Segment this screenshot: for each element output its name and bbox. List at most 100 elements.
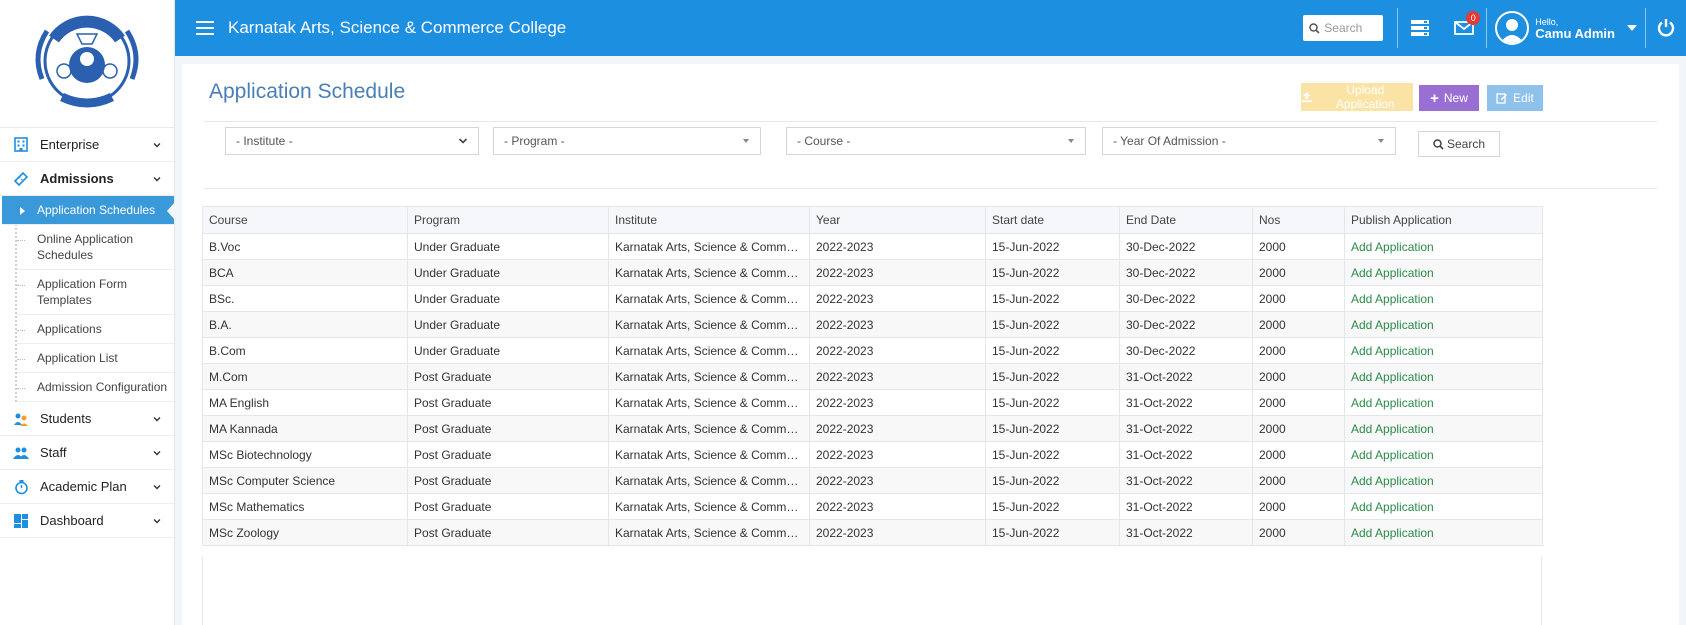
nos-cell: 2000 — [1252, 233, 1345, 260]
sidebar-item-label: Academic Plan — [40, 479, 127, 494]
search-button-label: Search — [1446, 137, 1486, 151]
sidebar-item-staff[interactable]: Staff — [0, 436, 174, 470]
table-row[interactable]: MA English Post Graduate Karnatak Arts, Sc… — [202, 389, 1543, 416]
year-select-value: - Year Of Admission - — [1113, 134, 1226, 148]
table-body: B.Voc Under Graduate Karnatak Arts, Scienc… — [202, 233, 1543, 546]
nos-cell: 2000 — [1252, 493, 1345, 520]
user-name: Camu Admin — [1535, 26, 1615, 41]
column-header-program[interactable]: Program — [407, 206, 609, 234]
course-select-value: - Course - — [797, 134, 851, 148]
column-header-institute[interactable]: Institute — [608, 206, 810, 234]
hamburger-menu-icon[interactable] — [196, 21, 214, 35]
table-row[interactable]: BCA Under Graduate Karnatak Arts, Science … — [202, 259, 1543, 286]
sidebar-subitem-application-list[interactable]: Application List — [17, 344, 174, 373]
add-application-link[interactable]: Add Application — [1344, 311, 1543, 338]
sidebar-item-students[interactable]: Students — [0, 402, 174, 436]
add-application-link[interactable]: Add Application — [1344, 467, 1543, 494]
start-date-cell: 15-Jun-2022 — [985, 519, 1120, 546]
institute-cell: Karnatak Arts, Science & Commer... — [608, 493, 810, 520]
course-cell: BSc. — [202, 285, 408, 312]
add-application-link[interactable]: Add Application — [1344, 415, 1543, 442]
table-row[interactable]: B.Voc Under Graduate Karnatak Arts, Scienc… — [202, 233, 1543, 260]
column-header-year[interactable]: Year — [809, 206, 986, 234]
year-cell: 2022-2023 — [809, 389, 986, 416]
sidebar-subitem-online-application-schedules[interactable]: Online Application Schedules — [17, 225, 174, 270]
global-search-input[interactable]: Search — [1303, 15, 1384, 41]
sidebar-item-admissions[interactable]: Admissions — [0, 162, 174, 196]
sidebar-menu-bottom: Students Staff Academic Plan Dashboard — [0, 402, 174, 538]
edit-icon — [1496, 93, 1508, 104]
institute-cell: Karnatak Arts, Science & Commer... — [608, 311, 810, 338]
server-toggle-button[interactable] — [1398, 0, 1442, 56]
sidebar-subitem-application-form-templates[interactable]: Application Form Templates — [17, 270, 174, 315]
sidebar-subitem-admission-configuration[interactable]: Admission Configuration — [17, 373, 174, 402]
ticket-icon — [12, 170, 30, 188]
search-icon — [1433, 138, 1444, 150]
sidebar-subitem-label: Application Schedules — [37, 203, 156, 217]
column-header-end-date[interactable]: End Date — [1119, 206, 1253, 234]
sidebar-item-dashboard[interactable]: Dashboard — [0, 504, 174, 538]
table-row[interactable]: MSc Biotechnology Post Graduate Karnatak A… — [202, 441, 1543, 468]
program-select[interactable]: - Program - — [493, 127, 761, 155]
messages-button[interactable]: 0 — [1442, 0, 1486, 56]
sidebar-item-academic-plan[interactable]: Academic Plan — [0, 470, 174, 504]
course-cell: BCA — [202, 259, 408, 286]
start-date-cell: 15-Jun-2022 — [985, 415, 1120, 442]
sidebar-subitem-application-schedules[interactable]: Application Schedules — [2, 196, 175, 225]
table-row[interactable]: MSc Zoology Post Graduate Karnatak Arts, S… — [202, 519, 1543, 546]
nos-cell: 2000 — [1252, 363, 1345, 390]
user-menu[interactable]: Hello, Camu Admin — [1487, 0, 1645, 56]
add-application-link[interactable]: Add Application — [1344, 519, 1543, 546]
institute-cell: Karnatak Arts, Science & Commer... — [608, 415, 810, 442]
end-date-cell: 31-Oct-2022 — [1119, 493, 1253, 520]
add-application-link[interactable]: Add Application — [1344, 363, 1543, 390]
course-cell: B.Com — [202, 337, 408, 364]
institute-cell: Karnatak Arts, Science & Commer... — [608, 233, 810, 260]
course-cell: MSc Biotechnology — [202, 441, 408, 468]
table-row[interactable]: B.Com Under Graduate Karnatak Arts, Scienc… — [202, 337, 1543, 364]
add-application-link[interactable]: Add Application — [1344, 337, 1543, 364]
add-application-link[interactable]: Add Application — [1344, 285, 1543, 312]
sidebar-subitem-applications[interactable]: Applications — [17, 315, 174, 344]
upload-icon — [1301, 92, 1312, 103]
dashboard-icon — [12, 512, 30, 530]
column-header-nos[interactable]: Nos — [1252, 206, 1345, 234]
table-row[interactable]: MSc Computer Science Post Graduate Karnata… — [202, 467, 1543, 494]
user-info: Hello, Camu Admin — [1535, 16, 1615, 40]
column-header-start-date[interactable]: Start date — [985, 206, 1120, 234]
chevron-down-icon — [153, 518, 161, 523]
program-cell: Post Graduate — [407, 441, 609, 468]
table-row[interactable]: MA Kannada Post Graduate Karnatak Arts, Sc… — [202, 415, 1543, 442]
table-row[interactable]: MSc Mathematics Post Graduate Karnatak Art… — [202, 493, 1543, 520]
staff-icon — [12, 444, 30, 462]
sidebar-item-enterprise[interactable]: Enterprise — [0, 128, 174, 162]
table-row[interactable]: BSc. Under Graduate Karnatak Arts, Science… — [202, 285, 1543, 312]
edit-label: Edit — [1513, 91, 1534, 105]
table-row[interactable]: M.Com Post Graduate Karnatak Arts, Science… — [202, 363, 1543, 390]
page-title: Application Schedule — [209, 80, 406, 103]
add-application-link[interactable]: Add Application — [1344, 441, 1543, 468]
end-date-cell: 30-Dec-2022 — [1119, 259, 1253, 286]
logout-button[interactable] — [1646, 0, 1686, 56]
divider — [204, 121, 1657, 122]
new-button[interactable]: + New — [1419, 85, 1479, 111]
program-select-value: - Program - — [504, 134, 565, 148]
nos-cell: 2000 — [1252, 415, 1345, 442]
start-date-cell: 15-Jun-2022 — [985, 389, 1120, 416]
upload-application-button[interactable]: Upload Application — [1301, 83, 1413, 111]
institute-select[interactable]: - Institute - — [225, 127, 479, 155]
add-application-link[interactable]: Add Application — [1344, 493, 1543, 520]
course-select[interactable]: - Course - — [786, 127, 1086, 155]
chevron-down-icon — [153, 416, 161, 421]
add-application-link[interactable]: Add Application — [1344, 259, 1543, 286]
add-application-link[interactable]: Add Application — [1344, 233, 1543, 260]
table-row[interactable]: B.A. Under Graduate Karnatak Arts, Science… — [202, 311, 1543, 338]
course-cell: M.Com — [202, 363, 408, 390]
column-header-publish-application[interactable]: Publish Application — [1344, 206, 1543, 234]
year-of-admission-select[interactable]: - Year Of Admission - — [1102, 127, 1396, 155]
column-header-course[interactable]: Course — [202, 206, 408, 234]
add-application-link[interactable]: Add Application — [1344, 389, 1543, 416]
edit-button[interactable]: Edit — [1487, 85, 1543, 111]
end-date-cell: 30-Dec-2022 — [1119, 311, 1253, 338]
search-button[interactable]: Search — [1418, 131, 1500, 157]
